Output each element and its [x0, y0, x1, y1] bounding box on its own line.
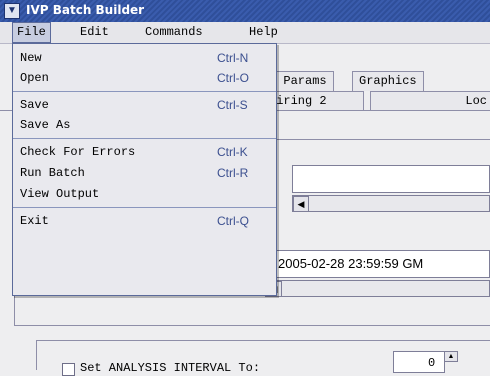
menu-edit[interactable]: Edit — [76, 22, 113, 43]
window-title: IVP Batch Builder — [26, 3, 145, 17]
name-text-field[interactable] — [292, 165, 490, 193]
menu-item-label: Open — [20, 71, 49, 85]
menu-item-check-for-errors[interactable]: Check For Errors Ctrl-K — [13, 142, 276, 162]
menu-file[interactable]: File — [12, 22, 51, 43]
menu-item-open[interactable]: Open Ctrl-O — [13, 68, 276, 88]
panel-border-left — [14, 296, 15, 326]
menu-item-label: New — [20, 51, 42, 65]
menu-help[interactable]: Help — [245, 22, 282, 43]
menu-item-shortcut: Ctrl-S — [217, 98, 248, 112]
tab-pairing-2[interactable]: airing 2 — [262, 91, 364, 111]
menu-separator — [13, 207, 276, 208]
menu-separator — [13, 91, 276, 92]
file-menu-dropdown: New Ctrl-N Open Ctrl-O Save Ctrl-S Save … — [12, 43, 277, 296]
menu-item-shortcut: Ctrl-Q — [217, 214, 249, 228]
title-bar[interactable]: ▼ IVP Batch Builder — [0, 0, 490, 23]
group-border-top — [277, 139, 490, 140]
scroll-left-icon[interactable]: ◀ — [293, 196, 309, 212]
menu-item-label: View Output — [20, 187, 100, 201]
window-menu-chevron-icon[interactable]: ▼ — [4, 3, 20, 19]
menu-item-exit[interactable]: Exit Ctrl-Q — [13, 211, 276, 231]
menu-commands[interactable]: Commands — [141, 22, 207, 43]
menu-item-shortcut: Ctrl-O — [217, 71, 249, 85]
lower-group-left — [36, 340, 37, 370]
menu-item-label: Run Batch — [20, 166, 85, 180]
menu-item-shortcut: Ctrl-N — [217, 51, 249, 65]
date-value: 2005-02-28 23:59:59 GM — [278, 256, 424, 271]
date-scrollbar[interactable] — [265, 280, 490, 297]
tab-loc[interactable]: Loc — [370, 91, 490, 111]
menu-item-run-batch[interactable]: Run Batch Ctrl-R — [13, 163, 276, 183]
lower-group-border — [36, 340, 490, 341]
menu-item-shortcut: Ctrl-K — [217, 145, 248, 159]
menu-item-shortcut: Ctrl-R — [217, 166, 249, 180]
menu-item-label: Save — [20, 98, 49, 112]
name-scrollbar[interactable] — [292, 195, 490, 212]
menu-separator — [13, 138, 276, 139]
menu-item-view-output[interactable]: View Output — [13, 184, 276, 204]
panel-border-bottom — [14, 325, 490, 326]
tab-graphics[interactable]: Graphics — [352, 71, 424, 91]
menu-item-save[interactable]: Save Ctrl-S — [13, 95, 276, 115]
menu-item-label: Exit — [20, 214, 49, 228]
menu-item-label: Check For Errors — [20, 145, 136, 159]
interval-label: Set ANALYSIS INTERVAL To: — [80, 361, 261, 375]
menu-item-save-as[interactable]: Save As — [13, 115, 276, 135]
interval-value: 0 — [428, 356, 436, 370]
menu-item-label: Save As — [20, 118, 71, 132]
interval-up-arrow-icon[interactable]: ▲ — [444, 351, 458, 362]
menu-bar: File Edit Commands Help — [0, 22, 490, 44]
menu-item-new[interactable]: New Ctrl-N — [13, 48, 276, 68]
